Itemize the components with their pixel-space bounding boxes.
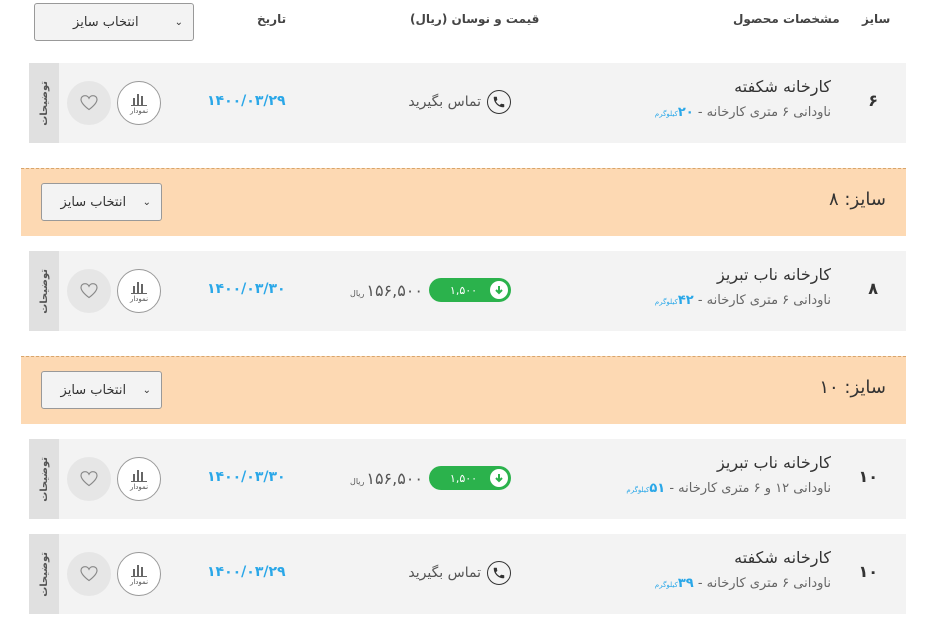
- description-tab[interactable]: توضیحات: [29, 534, 59, 614]
- row-size: ۱۰: [858, 562, 878, 581]
- row-date: ۱۴۰۰/۰۳/۲۹: [207, 93, 286, 109]
- chevron-down-icon: ⌄: [142, 384, 151, 396]
- description-tab[interactable]: توضیحات: [29, 63, 59, 143]
- header-size: سایز: [862, 12, 891, 26]
- price-change-badge: ۱,۵۰۰: [429, 466, 511, 490]
- bar-chart-icon: [131, 93, 147, 106]
- heart-icon: [80, 95, 98, 111]
- row-size: ۶: [868, 91, 878, 110]
- product-title[interactable]: کارخانه ناب تبریز: [717, 265, 831, 284]
- favorite-button[interactable]: [67, 81, 111, 125]
- header-specs: مشخصات محصول: [733, 12, 840, 26]
- size-select[interactable]: ⌄ انتخاب سایز: [41, 371, 162, 409]
- product-desc: ناودانی ۶ متری کارخانه - ۲۰کیلوگرم: [654, 105, 831, 120]
- chevron-down-icon: ⌄: [142, 196, 151, 208]
- product-title[interactable]: کارخانه شکفته: [734, 77, 831, 96]
- phone-icon: [487, 561, 511, 585]
- product-desc: ناودانی ۱۲ و ۶ متری کارخانه - ۵۱کیلوگرم: [626, 481, 831, 496]
- chart-button[interactable]: نمودار: [117, 81, 161, 125]
- size-group-header: ⌄ انتخاب سایز سایز: ۸: [21, 168, 906, 236]
- chevron-down-icon: ⌄: [174, 16, 183, 28]
- row-date: ۱۴۰۰/۰۳/۳۰: [207, 281, 286, 297]
- contact-button[interactable]: تماس بگیرید: [408, 561, 511, 585]
- product-title[interactable]: کارخانه شکفته: [734, 548, 831, 567]
- favorite-button[interactable]: [67, 457, 111, 501]
- phone-icon: [487, 90, 511, 114]
- heart-icon: [80, 566, 98, 582]
- row-size: ۱۰: [858, 467, 878, 486]
- size-select-header[interactable]: ⌄ انتخاب سایز: [34, 3, 194, 41]
- product-title[interactable]: کارخانه ناب تبریز: [717, 453, 831, 472]
- chart-button[interactable]: نمودار: [117, 457, 161, 501]
- contact-button[interactable]: تماس بگیرید: [408, 90, 511, 114]
- bar-chart-icon: [131, 469, 147, 482]
- row-size: ۸: [868, 279, 878, 298]
- arrow-down-icon: [490, 469, 508, 487]
- chart-button[interactable]: نمودار: [117, 269, 161, 313]
- product-row: توضیحات نمودار ۱۴۰۰/۰۳/۳۰ ۱,۵۰۰ ریال ۱۵۶,…: [29, 251, 906, 331]
- bar-chart-icon: [131, 564, 147, 577]
- product-row: توضیحات نمودار ۱۴۰۰/۰۳/۳۰ ۱,۵۰۰ ریال ۱۵۶,…: [29, 439, 906, 519]
- heart-icon: [80, 283, 98, 299]
- product-row: توضیحات نمودار ۱۴۰۰/۰۳/۲۹ تماس بگیرید کا…: [29, 63, 906, 143]
- arrow-down-icon: [490, 281, 508, 299]
- size-select[interactable]: ⌄ انتخاب سایز: [41, 183, 162, 221]
- product-row: توضیحات نمودار ۱۴۰۰/۰۳/۲۹ تماس بگیرید کا…: [29, 534, 906, 614]
- product-desc: ناودانی ۶ متری کارخانه - ۳۹کیلوگرم: [654, 576, 831, 591]
- price-value: ریال ۱۵۶,۵۰۰: [350, 468, 423, 488]
- row-date: ۱۴۰۰/۰۳/۳۰: [207, 469, 286, 485]
- row-date: ۱۴۰۰/۰۳/۲۹: [207, 564, 286, 580]
- group-title: سایز: ۸: [829, 189, 886, 210]
- price-change-badge: ۱,۵۰۰: [429, 278, 511, 302]
- heart-icon: [80, 471, 98, 487]
- bar-chart-icon: [131, 281, 147, 294]
- favorite-button[interactable]: [67, 269, 111, 313]
- description-tab[interactable]: توضیحات: [29, 251, 59, 331]
- price-cell: ۱,۵۰۰ ریال ۱۵۶,۵۰۰: [350, 466, 511, 490]
- header-price: قیمت و نوسان (ریال): [410, 12, 540, 26]
- chart-button[interactable]: نمودار: [117, 552, 161, 596]
- group-title: سایز: ۱۰: [819, 377, 886, 398]
- price-cell: ۱,۵۰۰ ریال ۱۵۶,۵۰۰: [350, 278, 511, 302]
- product-desc: ناودانی ۶ متری کارخانه - ۴۲کیلوگرم: [654, 293, 831, 308]
- favorite-button[interactable]: [67, 552, 111, 596]
- description-tab[interactable]: توضیحات: [29, 439, 59, 519]
- price-value: ریال ۱۵۶,۵۰۰: [350, 280, 423, 300]
- header-date: تاریخ: [257, 12, 287, 26]
- size-group-header: ⌄ انتخاب سایز سایز: ۱۰: [21, 356, 906, 424]
